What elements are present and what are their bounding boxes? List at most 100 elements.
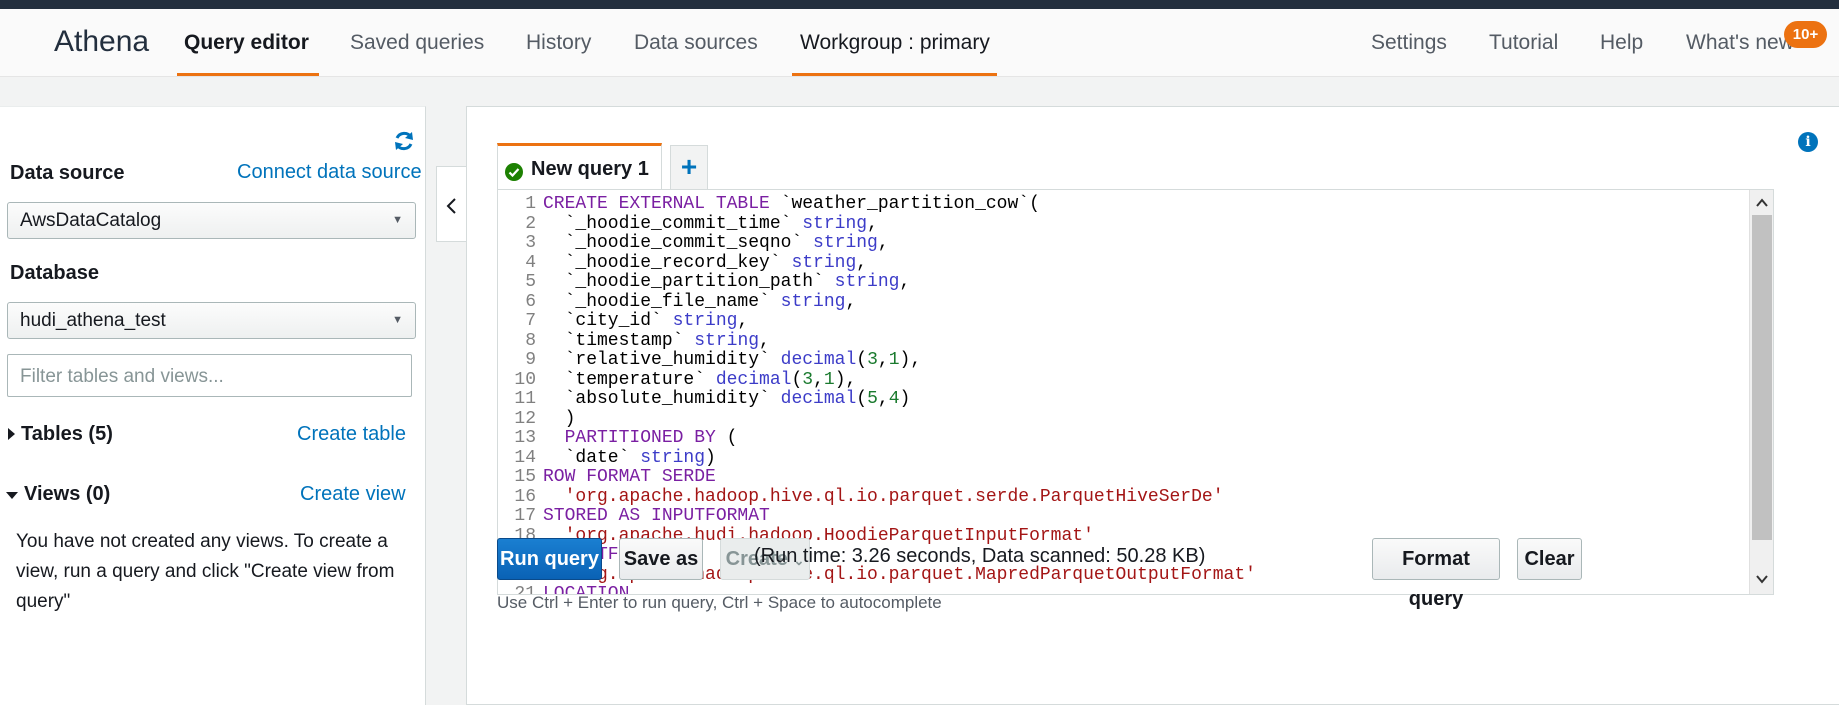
code-token: ,	[877, 350, 889, 370]
code-token: (	[856, 350, 868, 370]
line-number: 4	[525, 252, 536, 273]
query-editor-panel: i New query 1 + 1 CREATE EXTERNAL TABLE `…	[466, 106, 1839, 705]
code-token: 'org.apache.hadoop.hive.ql.io.parquet.se…	[543, 486, 1224, 507]
line-number: 15	[514, 467, 536, 487]
line-number: 3	[525, 233, 536, 253]
tables-section-label[interactable]: Tables (5)	[21, 423, 113, 446]
filter-placeholder: Filter tables and views...	[20, 366, 224, 387]
code-token: string	[802, 213, 868, 234]
nav-settings[interactable]: Settings	[1371, 31, 1447, 55]
code-token: `_hoodie_partition_path`	[543, 272, 835, 292]
code-token: ROW FORMAT SERDE	[543, 467, 716, 487]
code-token: string	[780, 291, 846, 312]
code-token: 1	[888, 350, 900, 370]
chevron-down-icon: ▼	[392, 214, 403, 226]
whats-new-badge: 10+	[1784, 21, 1827, 48]
line-number: 17	[514, 506, 536, 526]
code-token: ,	[759, 330, 770, 351]
add-tab-button[interactable]: +	[670, 145, 708, 189]
code-line: 11 `absolute_humidity` decimal(5,4)	[498, 389, 1734, 410]
database-select[interactable]: hudi_athena_test ▼	[7, 302, 416, 339]
create-table-link[interactable]: Create table	[297, 423, 406, 446]
code-token: )	[899, 389, 911, 409]
code-line: 13 PARTITIONED BY (	[498, 428, 1734, 449]
nav-workgroup-underline	[792, 73, 997, 76]
code-token: ),	[834, 369, 857, 390]
data-source-label: Data source	[10, 162, 125, 184]
nav-whats-new[interactable]: What's new	[1686, 31, 1794, 55]
code-token: (	[856, 389, 868, 409]
code-token: (	[715, 428, 738, 448]
code-token: ,	[845, 291, 857, 312]
nav-query-editor[interactable]: Query editor	[184, 31, 309, 55]
code-line: 9 `relative_humidity` decimal(3,1),	[498, 350, 1734, 371]
code-token: STORED AS INPUTFORMAT	[543, 506, 770, 526]
refresh-icon[interactable]	[392, 129, 416, 153]
line-number: 5	[525, 272, 536, 292]
code-token: `city_id`	[543, 311, 673, 331]
save-as-button[interactable]: Save as	[619, 538, 703, 580]
code-token: `_hoodie_record_key`	[543, 252, 792, 273]
filter-tables-input[interactable]: Filter tables and views...	[7, 354, 412, 397]
scroll-thumb[interactable]	[1752, 215, 1772, 540]
code-line: 17 STORED AS INPUTFORMAT	[498, 506, 1734, 527]
nav-saved-queries[interactable]: Saved queries	[350, 31, 484, 55]
code-line: 6 `_hoodie_file_name` string,	[498, 291, 1734, 313]
code-token: ,	[856, 252, 868, 273]
code-line: 3 `_hoodie_commit_seqno` string,	[498, 233, 1734, 254]
scroll-down-icon[interactable]	[1755, 572, 1769, 586]
code-token: 3	[867, 350, 878, 370]
left-panel: Data source Connect data source AwsDataC…	[0, 106, 426, 705]
code-line: 8 `timestamp` string,	[498, 330, 1734, 352]
code-line: 10 `temperature` decimal(3,1),	[498, 369, 1734, 391]
code-token: string	[694, 330, 760, 351]
collapse-caret-icon[interactable]	[6, 492, 18, 499]
code-token: CREATE EXTERNAL TABLE	[543, 194, 770, 214]
data-source-select[interactable]: AwsDataCatalog ▼	[7, 202, 416, 239]
line-number: 9	[525, 350, 536, 370]
nav-workgroup[interactable]: Workgroup : primary	[800, 31, 990, 55]
code-token: decimal	[715, 369, 792, 390]
sql-editor[interactable]: 1 CREATE EXTERNAL TABLE `weather_partitio…	[497, 189, 1774, 595]
code-lines: 1 CREATE EXTERNAL TABLE `weather_partitio…	[498, 194, 1734, 594]
brand-title[interactable]: Athena	[54, 25, 149, 59]
line-number: 12	[514, 408, 536, 429]
code-token: ,	[867, 213, 878, 234]
line-number: 11	[514, 389, 536, 409]
code-token: ,	[737, 311, 749, 331]
format-query-button[interactable]: Format query	[1372, 538, 1500, 610]
tab-new-query-1[interactable]: New query 1	[497, 143, 662, 189]
nav-active-underline	[177, 73, 319, 76]
code-token: `weather_partition_cow`(	[769, 194, 1040, 214]
connect-data-source-link[interactable]: Connect data source	[237, 161, 422, 184]
code-token: decimal	[780, 350, 857, 370]
code-line: 2 `_hoodie_commit_time` string,	[498, 213, 1734, 235]
code-line: 7 `city_id` string,	[498, 311, 1734, 332]
code-token: `date`	[543, 447, 641, 468]
info-icon[interactable]: i	[1798, 132, 1818, 152]
code-line: 12 )	[498, 408, 1734, 430]
code-token: `absolute_humidity`	[543, 389, 781, 409]
scroll-up-icon[interactable]	[1755, 196, 1769, 210]
code-token: ,	[813, 369, 824, 390]
nav-help[interactable]: Help	[1600, 31, 1643, 55]
expand-caret-icon[interactable]	[8, 428, 15, 440]
editor-scrollbar[interactable]	[1749, 190, 1773, 594]
nav-history[interactable]: History	[526, 31, 591, 55]
run-query-button[interactable]: Run query	[497, 538, 602, 580]
nav-data-sources[interactable]: Data sources	[634, 31, 758, 55]
line-number: 14	[514, 447, 536, 468]
nav-tutorial[interactable]: Tutorial	[1489, 31, 1558, 55]
code-token: `_hoodie_commit_time`	[543, 213, 803, 234]
create-view-link[interactable]: Create view	[300, 483, 406, 506]
data-source-value: AwsDataCatalog	[20, 210, 162, 231]
code-token: 3	[802, 369, 814, 390]
check-circle-icon	[505, 163, 523, 181]
code-line: 1 CREATE EXTERNAL TABLE `weather_partitio…	[498, 194, 1734, 215]
clear-button[interactable]: Clear	[1517, 538, 1582, 580]
code-token: `timestamp`	[543, 330, 695, 351]
code-token: string	[640, 447, 706, 468]
code-token: 4	[888, 389, 900, 409]
views-section-label[interactable]: Views (0)	[24, 483, 110, 506]
collapse-sidebar-button[interactable]	[436, 166, 466, 242]
